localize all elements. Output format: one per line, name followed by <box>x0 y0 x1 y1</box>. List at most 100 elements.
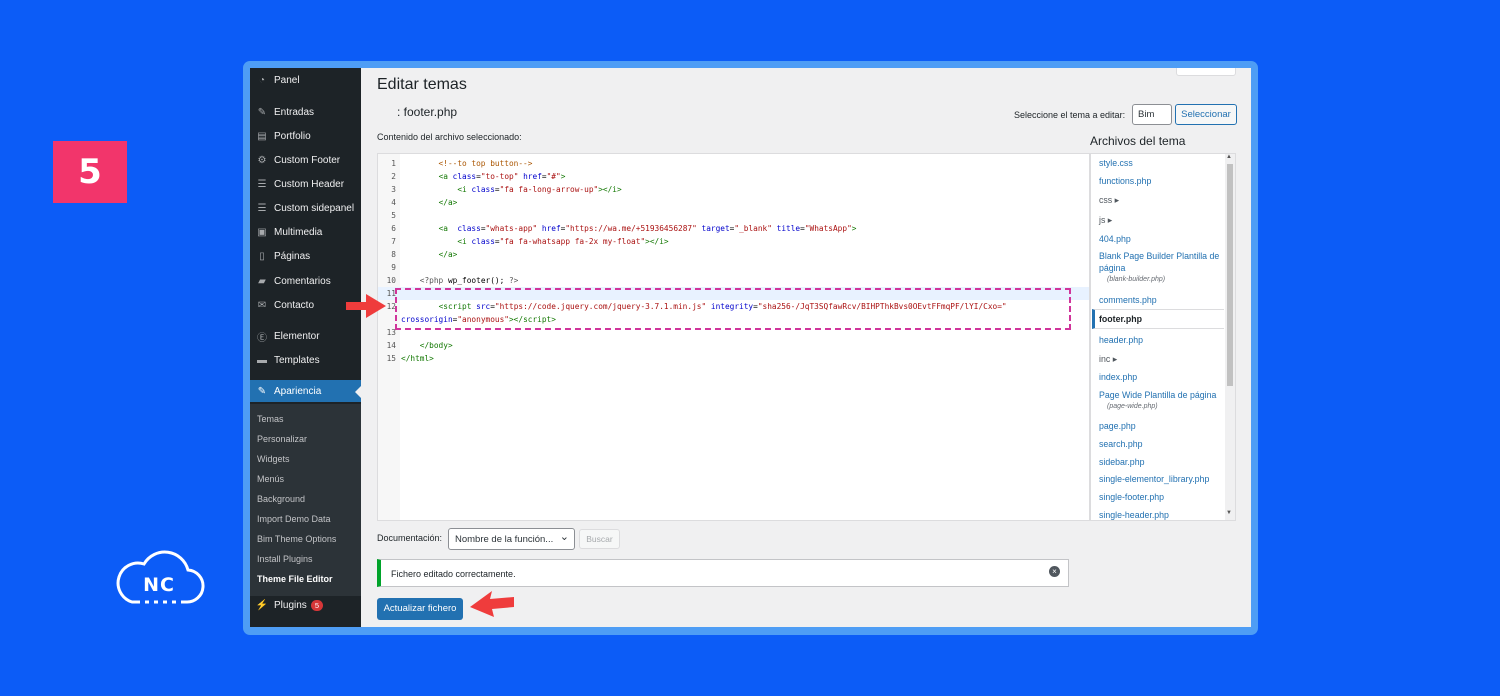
logo-text: NC <box>143 574 175 596</box>
file-title: : footer.php <box>397 105 458 119</box>
submenu-item-theme-file-editor[interactable]: Theme File Editor <box>257 574 333 584</box>
plug-icon: ⚡ <box>255 599 269 611</box>
code-line: 7 <i class="fa fa-whatsapp fa-2x my-floa… <box>391 237 669 246</box>
theme-select[interactable]: Bim <box>1132 104 1172 125</box>
highlight-annotation-box <box>395 288 1071 330</box>
file-item[interactable]: single-elementor_library.php <box>1099 473 1225 485</box>
sidebar-item-custom-footer[interactable]: ⚙ Custom Footer <box>250 149 361 171</box>
code-line: 4 </a> <box>391 198 458 207</box>
sidebar-item-label: Contacto <box>274 299 315 311</box>
file-item[interactable]: Page Wide Plantilla de página (page-wide.… <box>1099 389 1225 413</box>
submenu-item-import-demo[interactable]: Import Demo Data <box>257 514 331 524</box>
notice-text: Fichero editado correctamente. <box>391 569 516 579</box>
active-indicator <box>355 386 361 398</box>
file-item[interactable]: index.php <box>1099 371 1225 383</box>
file-item[interactable]: functions.php <box>1099 175 1225 187</box>
code-line: 14 </body> <box>386 341 453 350</box>
function-name-select[interactable]: Nombre de la función... <box>448 528 575 550</box>
help-tab[interactable] <box>1176 68 1236 76</box>
sidebar-item-label: Templates <box>274 354 320 366</box>
comment-icon: ▰ <box>258 275 266 287</box>
wp-admin-screen: ◔ Panel ✎ Entradas ▤ Portfolio ⚙ Custom Foot… <box>250 68 1251 627</box>
submenu-item-widgets[interactable]: Widgets <box>257 454 290 464</box>
media-icon: ▣ <box>257 226 267 238</box>
file-item[interactable]: single-footer.php <box>1099 491 1225 503</box>
content-label: Contenido del archivo seleccionado: <box>377 132 522 142</box>
brush-icon: ✎ <box>257 385 267 397</box>
file-item[interactable]: single-header.php <box>1099 509 1225 520</box>
sidebar-item-custom-sidepanel[interactable]: ☰ Custom sidepanel <box>250 197 361 219</box>
page-icon: ▯ <box>259 250 265 262</box>
submenu-item-install-plugins[interactable]: Install Plugins <box>257 554 313 564</box>
sidebar-item-label: Multimedia <box>274 226 323 238</box>
sidebar-item-label: Custom sidepanel <box>274 202 355 214</box>
code-line: 8 </a> <box>391 250 458 259</box>
file-item[interactable]: comments.php <box>1099 294 1225 306</box>
code-line: 2 <a class="to-top" href="#"> <box>391 172 566 181</box>
code-line: 9 <box>391 263 396 272</box>
sidebar-item-label: Elementor <box>274 330 320 342</box>
code-line: 1 <!--to top button--> <box>391 159 533 168</box>
folder-item[interactable]: css ▸ <box>1099 194 1225 206</box>
sidebar-item-panel[interactable]: ◔ Panel <box>250 69 361 91</box>
sidebar-item-plugins[interactable]: ⚡ Plugins 5 <box>250 594 361 616</box>
files-scroll-thumb[interactable] <box>1227 164 1233 386</box>
file-item[interactable]: header.php <box>1099 334 1225 346</box>
code-line: 10 <?php wp_footer(); ?> <box>386 276 519 285</box>
submenu-item-background[interactable]: Background <box>257 494 305 504</box>
sidebar-item-templates[interactable]: ▬ Templates <box>250 349 361 371</box>
submenu-item-menus[interactable]: Menús <box>257 474 284 484</box>
admin-sidebar: ◔ Panel ✎ Entradas ▤ Portfolio ⚙ Custom Foot… <box>250 68 361 627</box>
sidebar-item-label: Plugins <box>274 599 307 611</box>
gear-icon: ⚙ <box>257 154 267 166</box>
file-item[interactable]: page.php <box>1099 420 1225 432</box>
file-item[interactable]: Blank Page Builder Plantilla de página (b… <box>1099 250 1225 286</box>
theme-files-list: style.css functions.php css ▸ js ▸ 404.p… <box>1090 153 1236 521</box>
scroll-down-icon[interactable]: ▼ <box>1226 510 1232 516</box>
dashboard-icon: ◔ <box>258 74 266 86</box>
sidebar-item-entradas[interactable]: ✎ Entradas <box>250 101 361 123</box>
pin-icon: ✎ <box>257 106 267 118</box>
select-theme-button[interactable]: Seleccionar <box>1175 104 1237 125</box>
menu-icon: ☰ <box>257 178 267 190</box>
files-title: Archivos del tema <box>1090 134 1186 148</box>
file-item[interactable]: style.css <box>1099 157 1225 169</box>
folder-item[interactable]: js ▸ <box>1099 214 1225 226</box>
arrow-right-icon <box>346 294 386 318</box>
page-title: Editar temas <box>377 76 467 93</box>
close-icon[interactable]: × <box>1049 566 1060 577</box>
apariencia-submenu: Temas Personalizar Widgets Menús Backgro… <box>250 404 361 596</box>
theme-select-label: Seleccione el tema a editar: <box>1014 110 1126 120</box>
sidebar-item-paginas[interactable]: ▯ Páginas <box>250 245 361 267</box>
portfolio-icon: ▤ <box>257 130 267 142</box>
submenu-item-theme-options[interactable]: Bim Theme Options <box>257 534 336 544</box>
folder-item[interactable]: inc ▸ <box>1099 353 1225 365</box>
documentation-label: Documentación: <box>377 533 443 543</box>
success-notice: Fichero editado correctamente. × <box>377 559 1069 587</box>
code-line: 6 <a class="whats-app" href="https://wa.… <box>391 224 857 233</box>
update-file-button[interactable]: Actualizar fichero <box>377 598 463 620</box>
code-line: 15 </html> <box>386 354 434 363</box>
file-item-current[interactable]: footer.php <box>1092 309 1224 329</box>
menu-icon: ☰ <box>257 202 267 214</box>
sidebar-item-label: Comentarios <box>274 275 331 287</box>
sidebar-item-apariencia[interactable]: ✎ Apariencia <box>250 380 361 402</box>
sidebar-item-label: Apariencia <box>274 385 322 397</box>
sidebar-item-multimedia[interactable]: ▣ Multimedia <box>250 221 361 243</box>
sidebar-item-portfolio[interactable]: ▤ Portfolio <box>250 125 361 147</box>
search-docs-button[interactable]: Buscar <box>579 529 620 549</box>
plugins-update-badge: 5 <box>310 599 323 611</box>
code-line: 5 <box>391 211 396 220</box>
file-item[interactable]: 404.php <box>1099 233 1225 245</box>
sidebar-item-elementor[interactable]: Ⓔ Elementor <box>250 325 361 347</box>
code-editor[interactable]: 1 <!--to top button--> 2 <a class="to-to… <box>377 153 1090 521</box>
scroll-up-icon[interactable]: ▲ <box>1226 154 1232 160</box>
sidebar-item-label: Entradas <box>274 106 315 118</box>
sidebar-item-comentarios[interactable]: ▰ Comentarios <box>250 270 361 292</box>
arrow-left-icon <box>470 591 514 617</box>
file-item[interactable]: sidebar.php <box>1099 456 1225 468</box>
submenu-item-temas[interactable]: Temas <box>257 414 284 424</box>
submenu-item-personalizar[interactable]: Personalizar <box>257 434 307 444</box>
sidebar-item-custom-header[interactable]: ☰ Custom Header <box>250 173 361 195</box>
file-item[interactable]: search.php <box>1099 438 1225 450</box>
